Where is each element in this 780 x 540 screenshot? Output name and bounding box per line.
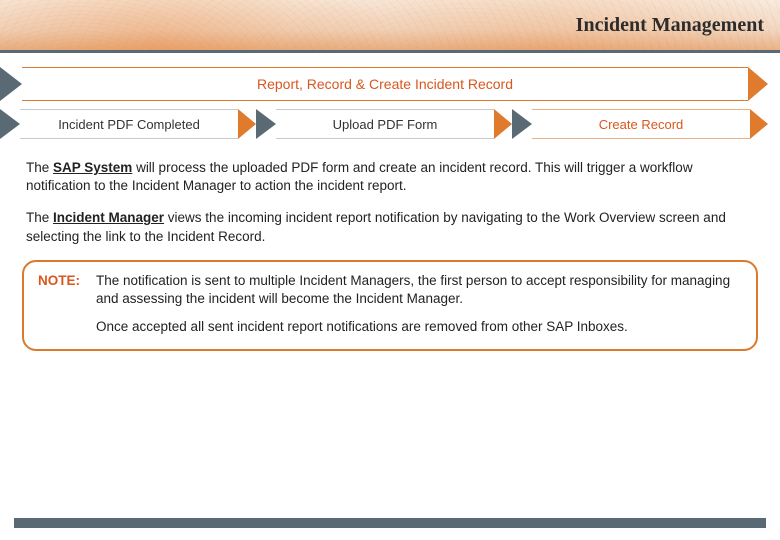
step-tail-chevron [512,109,532,139]
note-line-1: The notification is sent to multiple Inc… [96,272,742,308]
process-banner: Report, Record & Create Incident Record [0,67,768,101]
step-tail-chevron [0,109,20,139]
step-1: Incident PDF Completed [0,109,256,139]
banner-body: Report, Record & Create Incident Record [22,67,748,101]
header-banner: Incident Management [0,0,780,50]
banner-head-arrow [748,67,768,101]
step-head-arrow [750,109,768,139]
p1-text-a: The [26,160,53,175]
step-tail-chevron [256,109,276,139]
banner-tail-chevron [0,67,22,101]
header-underline [0,50,780,53]
note-label: NOTE: [38,272,96,308]
banner-label: Report, Record & Create Incident Record [257,76,513,92]
note-box: NOTE: The notification is sent to multip… [22,260,758,351]
note-row-1: NOTE: The notification is sent to multip… [38,272,742,308]
step-head-arrow [494,109,512,139]
step-3: Create Record [512,109,768,139]
page-title: Incident Management [576,14,764,37]
p2-text-a: The [26,210,53,225]
step-head-arrow [238,109,256,139]
footer-bar [14,518,766,528]
step-2: Upload PDF Form [256,109,512,139]
p2-bold: Incident Manager [53,210,164,225]
body-content: The SAP System will process the uploaded… [0,159,780,246]
step-1-label: Incident PDF Completed [20,109,238,139]
steps-row: Incident PDF Completed Upload PDF Form C… [0,109,768,139]
step-2-label: Upload PDF Form [276,109,494,139]
note-line-2: Once accepted all sent incident report n… [96,318,742,336]
paragraph-1: The SAP System will process the uploaded… [26,159,754,195]
paragraph-2: The Incident Manager views the incoming … [26,209,754,245]
p1-bold: SAP System [53,160,132,175]
step-3-label: Create Record [532,109,750,139]
